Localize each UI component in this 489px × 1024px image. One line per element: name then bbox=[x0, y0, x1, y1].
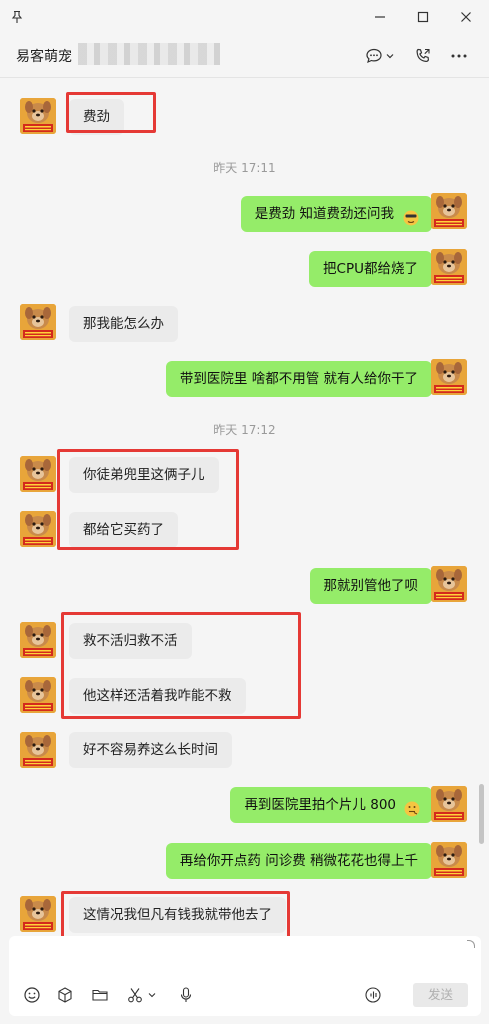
message-bubble[interactable]: 再到医院里拍个片儿 800 bbox=[230, 787, 432, 823]
more-icon[interactable] bbox=[448, 45, 470, 67]
send-button[interactable]: 发送 bbox=[413, 983, 468, 1007]
message-text: 是费劲 知道费劲还问我 bbox=[254, 206, 394, 222]
avatar[interactable] bbox=[431, 249, 467, 285]
message-bubble[interactable]: 这情况我但凡有钱我就带他去了 bbox=[69, 897, 286, 933]
avatar[interactable] bbox=[20, 304, 56, 340]
message-bubble[interactable]: 那就别管他了呗 bbox=[309, 568, 432, 604]
avatar[interactable] bbox=[431, 842, 467, 878]
timestamp: 昨天 17:11 bbox=[213, 161, 276, 175]
avatar[interactable] bbox=[431, 566, 467, 602]
voice-icon[interactable] bbox=[362, 984, 384, 1006]
resize-grip[interactable] bbox=[467, 940, 475, 948]
pin-icon[interactable] bbox=[6, 6, 28, 28]
avatar[interactable] bbox=[431, 193, 467, 229]
avatar[interactable] bbox=[20, 896, 56, 932]
message-bubble[interactable]: 好不容易养这么长时间 bbox=[69, 732, 232, 768]
avatar[interactable] bbox=[431, 786, 467, 822]
chevron-down-icon[interactable] bbox=[382, 45, 398, 67]
message-bubble[interactable]: 把CPU都给烧了 bbox=[309, 251, 432, 287]
message-composer[interactable]: 发送 bbox=[9, 936, 481, 1016]
avatar[interactable] bbox=[20, 677, 56, 713]
mic-icon[interactable] bbox=[175, 984, 197, 1006]
chat-header: 易客萌宠 bbox=[0, 34, 489, 78]
emoji-icon bbox=[403, 796, 421, 832]
maximize-icon[interactable] bbox=[412, 6, 434, 28]
message-bubble[interactable]: 那我能怎么办 bbox=[69, 306, 178, 342]
scrollbar[interactable] bbox=[479, 784, 484, 844]
timestamp: 昨天 17:12 bbox=[213, 423, 276, 437]
phone-icon[interactable] bbox=[412, 45, 434, 67]
avatar[interactable] bbox=[431, 359, 467, 395]
message-bubble[interactable]: 带到医院里 啥都不用管 就有人给你干了 bbox=[165, 361, 432, 397]
emoji-icon bbox=[402, 205, 420, 241]
emoji-icon[interactable] bbox=[21, 984, 43, 1006]
message-bubble[interactable]: 救不活归救不活 bbox=[69, 623, 192, 659]
blurred-name bbox=[78, 43, 220, 65]
message-text: 再到医院里拍个片儿 800 bbox=[244, 797, 396, 813]
scissors-icon[interactable] bbox=[124, 984, 146, 1006]
avatar[interactable] bbox=[20, 456, 56, 492]
chat-title: 易客萌宠 bbox=[16, 49, 72, 65]
message-bubble[interactable]: 都给它买药了 bbox=[69, 512, 178, 548]
minimize-icon[interactable] bbox=[369, 6, 391, 28]
avatar[interactable] bbox=[20, 732, 56, 768]
message-bubble[interactable]: 你徒弟兜里这俩子儿 bbox=[69, 457, 219, 493]
message-bubble[interactable]: 再给你开点药 问诊费 稍微花花也得上千 bbox=[165, 843, 432, 879]
chevron-down-icon[interactable] bbox=[145, 984, 159, 1006]
avatar[interactable] bbox=[20, 511, 56, 547]
message-list[interactable]: 费劲 昨天 17:11 是费劲 知道费劲还问我 把CPU都给烧了 那我能怎么办 … bbox=[0, 79, 489, 942]
cube-icon[interactable] bbox=[54, 984, 76, 1006]
folder-icon[interactable] bbox=[89, 984, 111, 1006]
avatar[interactable] bbox=[20, 98, 56, 134]
message-bubble[interactable]: 费劲 bbox=[69, 99, 124, 135]
avatar[interactable] bbox=[20, 622, 56, 658]
message-bubble[interactable]: 是费劲 知道费劲还问我 bbox=[240, 196, 432, 232]
title-bar bbox=[0, 0, 489, 34]
message-bubble[interactable]: 他这样还活着我咋能不救 bbox=[69, 678, 246, 714]
close-icon[interactable] bbox=[455, 6, 477, 28]
